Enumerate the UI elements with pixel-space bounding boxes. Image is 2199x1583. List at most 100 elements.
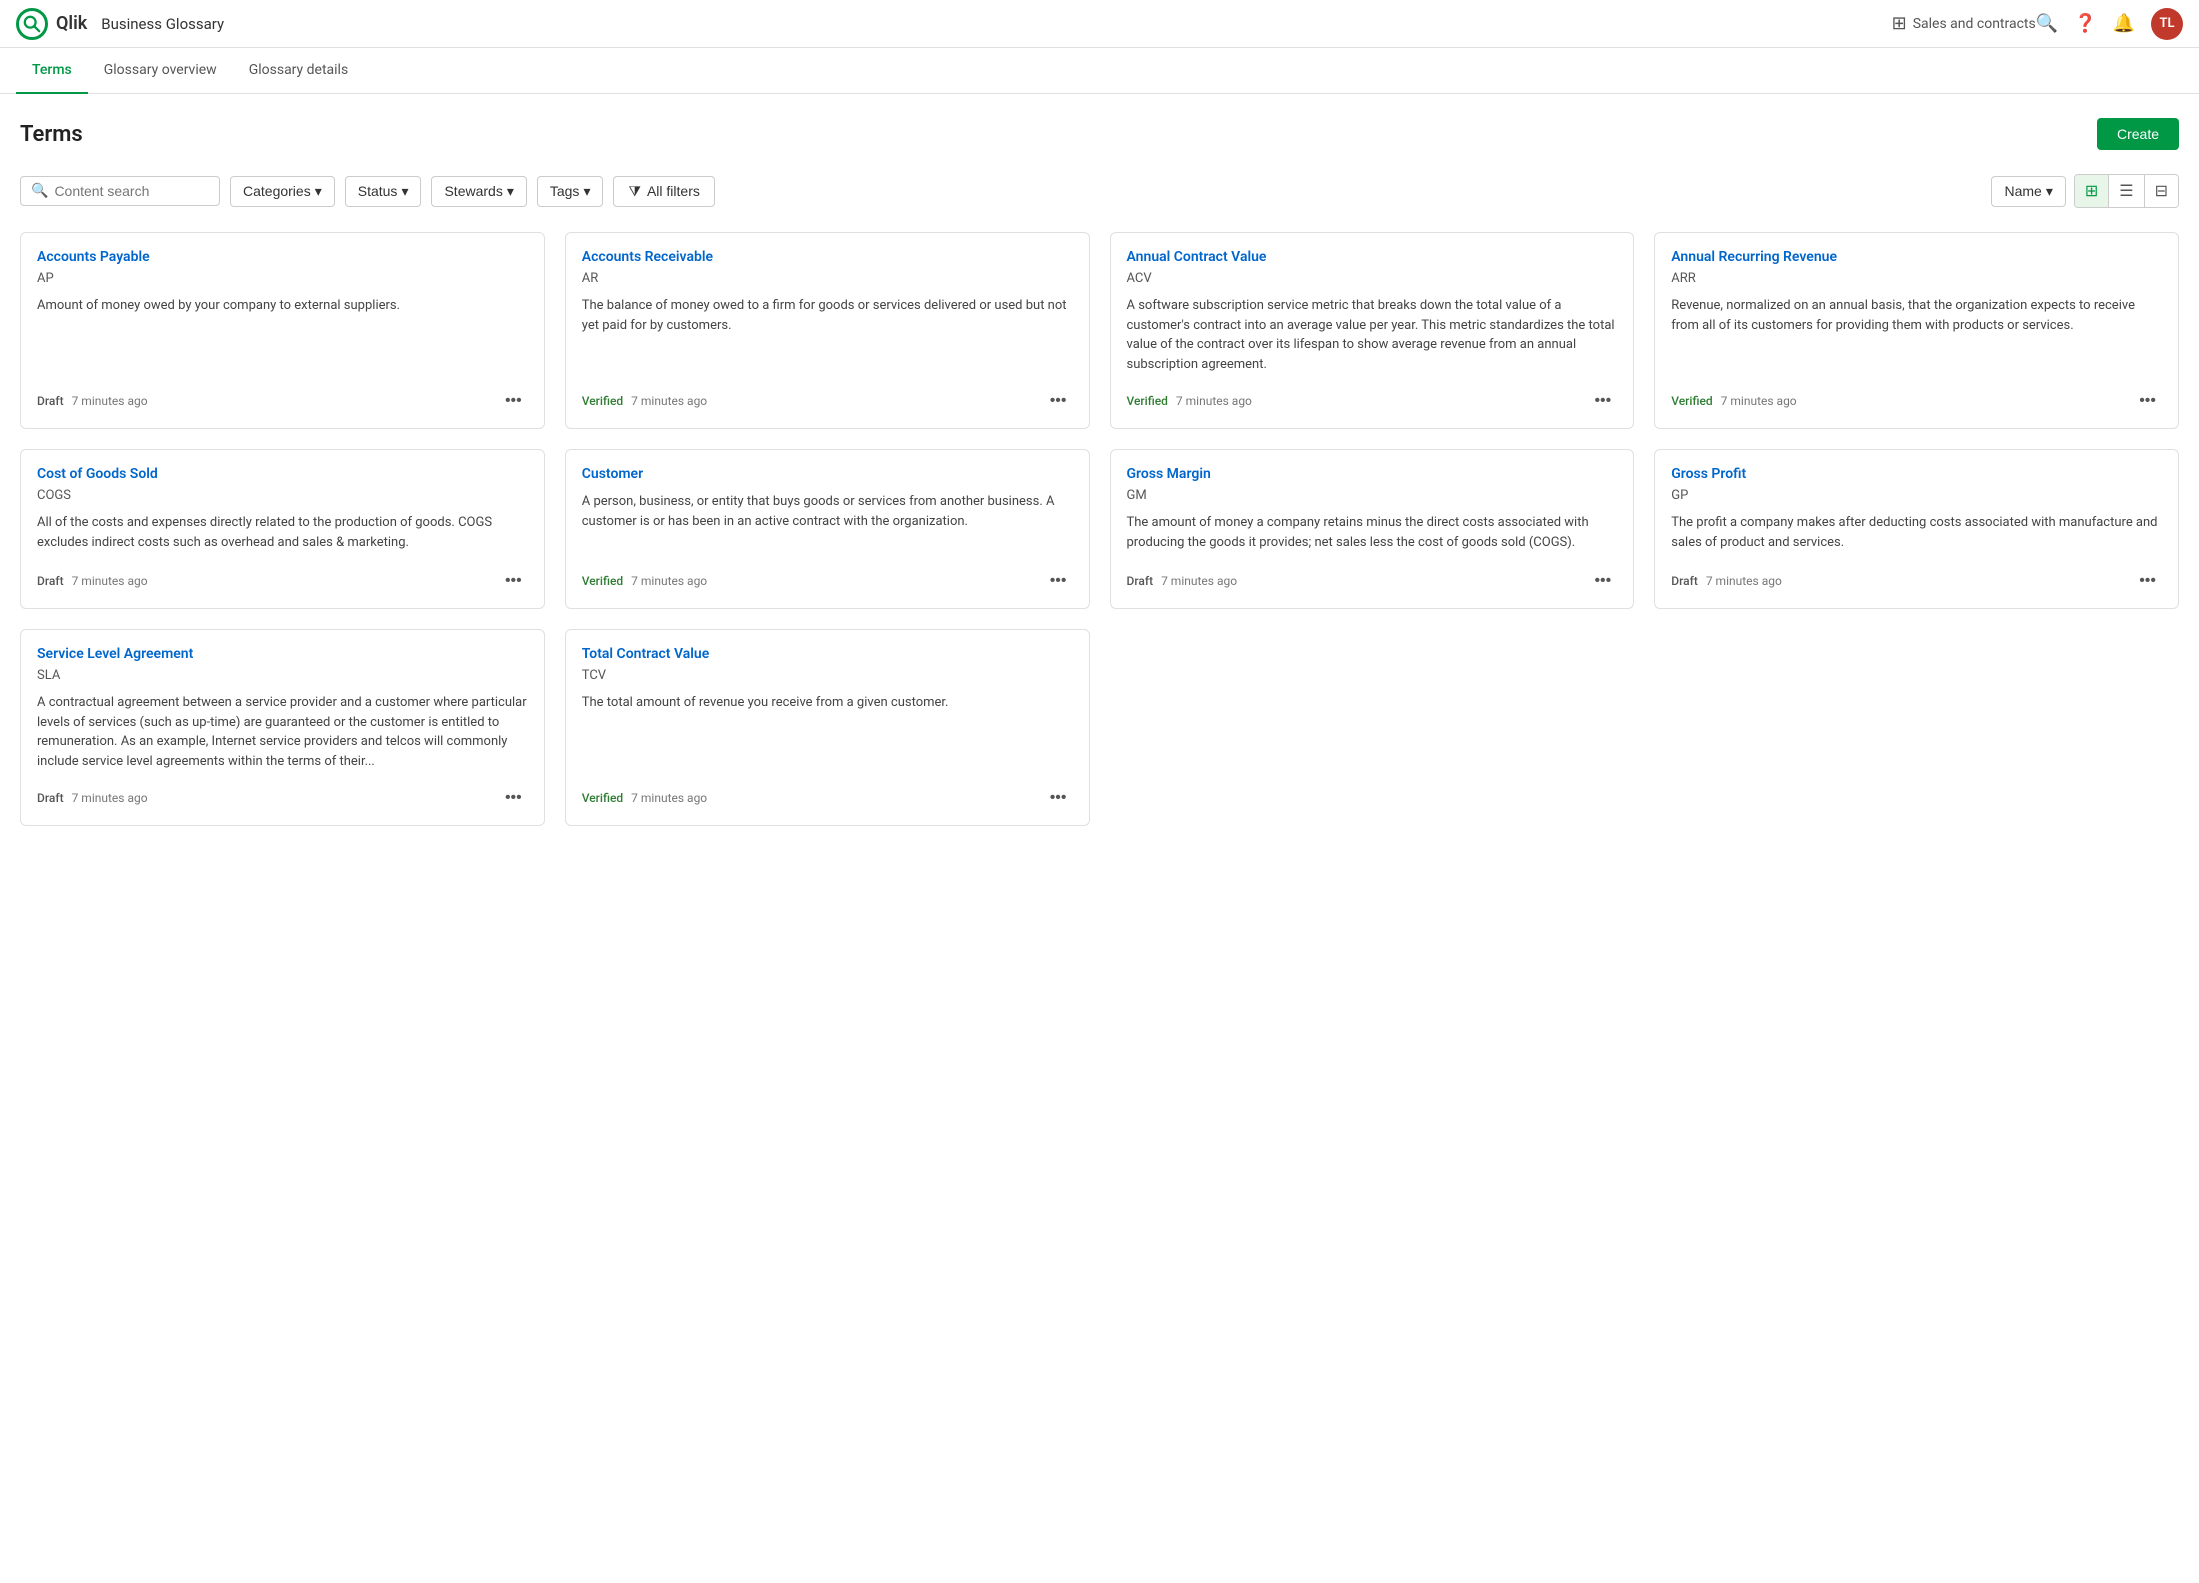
card-footer: Verified 7 minutes ago •••	[582, 570, 1073, 592]
more-options-button[interactable]: •••	[1044, 570, 1073, 592]
card-footer: Verified 7 minutes ago •••	[1671, 390, 2162, 412]
card-title[interactable]: Annual Contract Value	[1127, 249, 1618, 265]
card-footer-left: Verified 7 minutes ago	[582, 394, 707, 408]
card-footer: Verified 7 minutes ago •••	[582, 787, 1073, 809]
card-desc: A software subscription service metric t…	[1127, 296, 1618, 374]
more-options-button[interactable]: •••	[1588, 570, 1617, 592]
more-options-button[interactable]: •••	[499, 787, 528, 809]
card-footer: Draft 7 minutes ago •••	[37, 390, 528, 412]
categories-filter[interactable]: Categories ▾	[230, 176, 335, 207]
card-title[interactable]: Accounts Receivable	[582, 249, 1073, 265]
card-footer-left: Draft 7 minutes ago	[1671, 574, 1782, 588]
search-input[interactable]	[54, 183, 209, 199]
card-desc: All of the costs and expenses directly r…	[37, 513, 528, 554]
stewards-filter[interactable]: Stewards ▾	[431, 176, 526, 207]
sort-label: Name	[2004, 183, 2041, 199]
context-label: Sales and contracts	[1913, 16, 2036, 32]
time-text: 7 minutes ago	[1721, 394, 1797, 408]
more-options-button[interactable]: •••	[1588, 390, 1617, 412]
status-badge: Verified	[582, 574, 623, 588]
tab-glossary-details[interactable]: Glossary details	[233, 48, 365, 94]
term-card: Total Contract Value TCV The total amoun…	[565, 629, 1090, 826]
status-filter[interactable]: Status ▾	[345, 176, 422, 207]
status-badge: Draft	[37, 791, 64, 805]
status-badge: Draft	[37, 394, 64, 408]
card-desc: Revenue, normalized on an annual basis, …	[1671, 296, 2162, 374]
card-footer-left: Verified 7 minutes ago	[582, 791, 707, 805]
time-text: 7 minutes ago	[1176, 394, 1252, 408]
more-options-button[interactable]: •••	[2133, 390, 2162, 412]
card-abbr: GM	[1127, 488, 1618, 503]
more-options-button[interactable]: •••	[1044, 390, 1073, 412]
status-badge: Verified	[1671, 394, 1712, 408]
more-options-button[interactable]: •••	[2133, 570, 2162, 592]
more-options-button[interactable]: •••	[499, 570, 528, 592]
tags-filter[interactable]: Tags ▾	[537, 176, 604, 207]
card-footer-left: Verified 7 minutes ago	[1127, 394, 1252, 408]
term-card: Service Level Agreement SLA A contractua…	[20, 629, 545, 826]
context-icon: ⊞	[1892, 13, 1907, 34]
card-title[interactable]: Gross Profit	[1671, 466, 2162, 482]
qlik-wordmark: Qlik	[56, 13, 87, 34]
card-abbr: ACV	[1127, 271, 1618, 286]
card-title[interactable]: Annual Recurring Revenue	[1671, 249, 2162, 265]
search-icon: 🔍	[31, 183, 48, 199]
term-card: Gross Margin GM The amount of money a co…	[1110, 449, 1635, 609]
view-toggle: ⊞ ☰ ⊟	[2074, 174, 2179, 208]
card-footer-left: Draft 7 minutes ago	[37, 791, 148, 805]
status-badge: Verified	[582, 791, 623, 805]
status-label: Status	[358, 183, 398, 199]
card-footer-left: Verified 7 minutes ago	[1671, 394, 1796, 408]
card-title[interactable]: Customer	[582, 466, 1073, 482]
main-content: Terms Create 🔍 Categories ▾ Status ▾ Ste…	[0, 94, 2199, 850]
sort-chevron: ▾	[2046, 183, 2053, 200]
create-button[interactable]: Create	[2097, 118, 2179, 150]
avatar[interactable]: TL	[2151, 8, 2183, 40]
status-badge: Verified	[1127, 394, 1168, 408]
card-footer: Draft 7 minutes ago •••	[1671, 570, 2162, 592]
tags-label: Tags	[550, 183, 580, 199]
list-view-button[interactable]: ☰	[2109, 175, 2144, 207]
card-desc: A contractual agreement between a servic…	[37, 693, 528, 771]
card-title[interactable]: Total Contract Value	[582, 646, 1073, 662]
tab-glossary-overview[interactable]: Glossary overview	[88, 48, 233, 94]
more-options-button[interactable]: •••	[1044, 787, 1073, 809]
all-filters-button[interactable]: ⧩ All filters	[613, 176, 714, 207]
card-abbr: COGS	[37, 488, 528, 503]
qlik-logo[interactable]: Qlik	[16, 8, 87, 40]
term-card: Gross Profit GP The profit a company mak…	[1654, 449, 2179, 609]
search-box[interactable]: 🔍	[20, 176, 220, 206]
notification-icon[interactable]: 🔔	[2113, 13, 2135, 34]
stewards-chevron: ▾	[507, 183, 514, 200]
card-desc: The balance of money owed to a firm for …	[582, 296, 1073, 374]
time-text: 7 minutes ago	[72, 574, 148, 588]
help-icon[interactable]: ❓	[2074, 13, 2096, 34]
page-title: Terms	[20, 122, 83, 147]
tab-terms[interactable]: Terms	[16, 48, 88, 94]
term-card: Accounts Payable AP Amount of money owed…	[20, 232, 545, 429]
card-abbr: AP	[37, 271, 528, 286]
time-text: 7 minutes ago	[72, 394, 148, 408]
page-header: Terms Create	[20, 118, 2179, 150]
card-title[interactable]: Service Level Agreement	[37, 646, 528, 662]
time-text: 7 minutes ago	[631, 394, 707, 408]
grid-view-button[interactable]: ⊞	[2075, 175, 2109, 207]
time-text: 7 minutes ago	[1161, 574, 1237, 588]
card-title[interactable]: Cost of Goods Sold	[37, 466, 528, 482]
card-footer: Draft 7 minutes ago •••	[37, 787, 528, 809]
topbar-left: Qlik Business Glossary	[16, 8, 1892, 40]
status-chevron: ▾	[401, 183, 408, 200]
card-title[interactable]: Gross Margin	[1127, 466, 1618, 482]
term-card: Cost of Goods Sold COGS All of the costs…	[20, 449, 545, 609]
tabs: Terms Glossary overview Glossary details	[0, 48, 2199, 94]
search-icon[interactable]: 🔍	[2036, 13, 2058, 34]
sort-button[interactable]: Name ▾	[1991, 176, 2065, 207]
card-footer-left: Verified 7 minutes ago	[582, 574, 707, 588]
card-title[interactable]: Accounts Payable	[37, 249, 528, 265]
topbar-right: 🔍 ❓ 🔔 TL	[2036, 8, 2183, 40]
filters-bar: 🔍 Categories ▾ Status ▾ Stewards ▾ Tags …	[20, 174, 2179, 208]
detail-view-button[interactable]: ⊟	[2145, 175, 2178, 207]
more-options-button[interactable]: •••	[499, 390, 528, 412]
categories-chevron: ▾	[315, 183, 322, 200]
time-text: 7 minutes ago	[72, 791, 148, 805]
